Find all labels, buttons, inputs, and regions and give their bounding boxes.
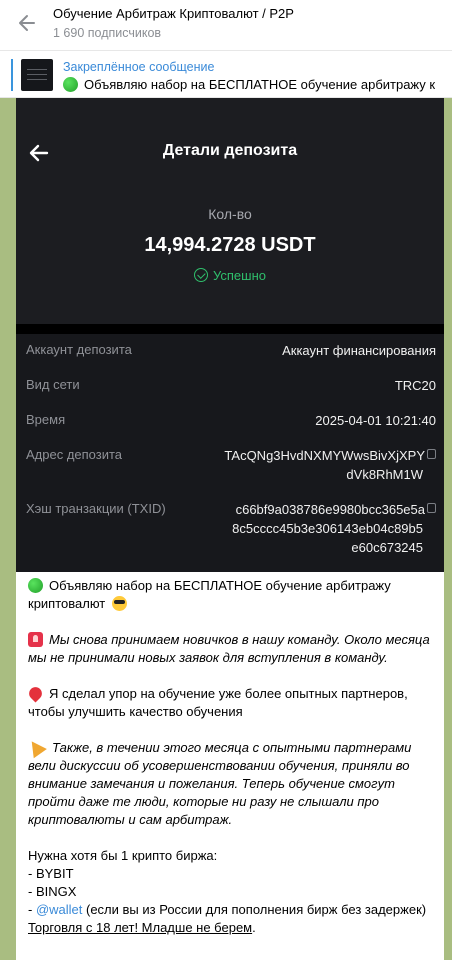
copy-icon[interactable] <box>427 503 436 513</box>
row-key: Хэш транзакции (TXID) <box>26 501 166 516</box>
transaction-hash: c66bf9a038786e9980bcc365e5a 8c5cccc45b3e… <box>232 500 436 557</box>
deposit-address: TAcQNg3HvdNXMYWwsBivXjXPY dVk8RhM1W <box>224 446 436 484</box>
siren-icon <box>28 632 43 647</box>
deposit-details-title: Детали депозита <box>162 142 298 159</box>
channel-title[interactable]: Обучение Арбитраж Криптовалют / P2P <box>53 6 294 21</box>
row-key: Вид сети <box>26 377 80 392</box>
pinned-thumbnail <box>21 59 53 91</box>
message-text: Объявляю набор на БЕСПЛАТНОЕ обучение ар… <box>25 577 440 937</box>
row-key: Время <box>26 412 66 427</box>
deposit-summary: Детали депозита Кол-во 14,994.2728 USDT … <box>16 98 444 324</box>
amount-label: Кол-во <box>208 206 252 222</box>
status-success: Успешно <box>16 268 444 283</box>
row-value: 2025-04-01 10:21:40 <box>315 413 436 428</box>
sunglasses-face-icon <box>111 596 127 611</box>
paragraph-focus: Я сделал упор на обучение уже более опыт… <box>26 684 408 719</box>
pushpin-icon <box>26 684 45 703</box>
row-value: Аккаунт финансирования <box>282 343 436 358</box>
row-key: Адрес депозита <box>26 447 123 462</box>
list-title: Нужна хотя бы 1 крипто биржа: <box>28 848 218 863</box>
list-item: - BYBIT <box>28 866 74 881</box>
chat-header: Обучение Арбитраж Криптовалют / P2P 1 69… <box>0 0 452 50</box>
row-key: Аккаунт депозита <box>26 342 132 357</box>
deposit-screenshot[interactable]: Детали депозита Кол-во 14,994.2728 USDT … <box>16 98 444 572</box>
list-item: - BINGX <box>28 884 77 899</box>
age-note: Торговля с 18 лет! Младше не берем. <box>28 920 256 935</box>
pinned-indicator <box>11 59 13 91</box>
pinned-text: Объявляю набор на БЕСПЛАТНОЕ обучение ар… <box>63 77 435 92</box>
deposit-info-list: Аккаунт депозита Аккаунт финансирования … <box>16 334 444 572</box>
paragraph-newcomers: Мы снова принимаем новичков в нашу коман… <box>28 632 430 665</box>
check-circle-icon <box>194 268 208 282</box>
green-circle-icon <box>63 77 78 92</box>
chat-area: Детали депозита Кол-во 14,994.2728 USDT … <box>0 98 452 960</box>
copy-icon[interactable] <box>427 449 436 459</box>
wallet-link[interactable]: @wallet <box>36 902 82 917</box>
exchange-list: Нужна хотя бы 1 крипто биржа: - BYBIT - … <box>28 847 440 937</box>
amount-value: 14,994.2728 USDT <box>144 234 316 256</box>
paragraph-improvements: Также, в течении этого месяца с опытными… <box>25 736 440 829</box>
subscriber-count: 1 690 подписчиков <box>53 26 162 40</box>
paragraph-announcement: Объявляю набор на БЕСПЛАТНОЕ обучение ар… <box>28 578 391 611</box>
message-bubble: Детали депозита Кол-во 14,994.2728 USDT … <box>16 98 444 960</box>
pinned-label: Закреплённое сообщение <box>63 60 215 74</box>
row-value: TRC20 <box>394 378 436 393</box>
back-arrow-icon[interactable] <box>16 12 38 34</box>
green-circle-icon <box>28 578 43 593</box>
list-item: - @wallet (если вы из России для пополне… <box>28 902 427 917</box>
party-popper-icon <box>25 736 47 759</box>
pinned-message-bar[interactable]: Закреплённое сообщение Объявляю набор на… <box>0 50 452 98</box>
